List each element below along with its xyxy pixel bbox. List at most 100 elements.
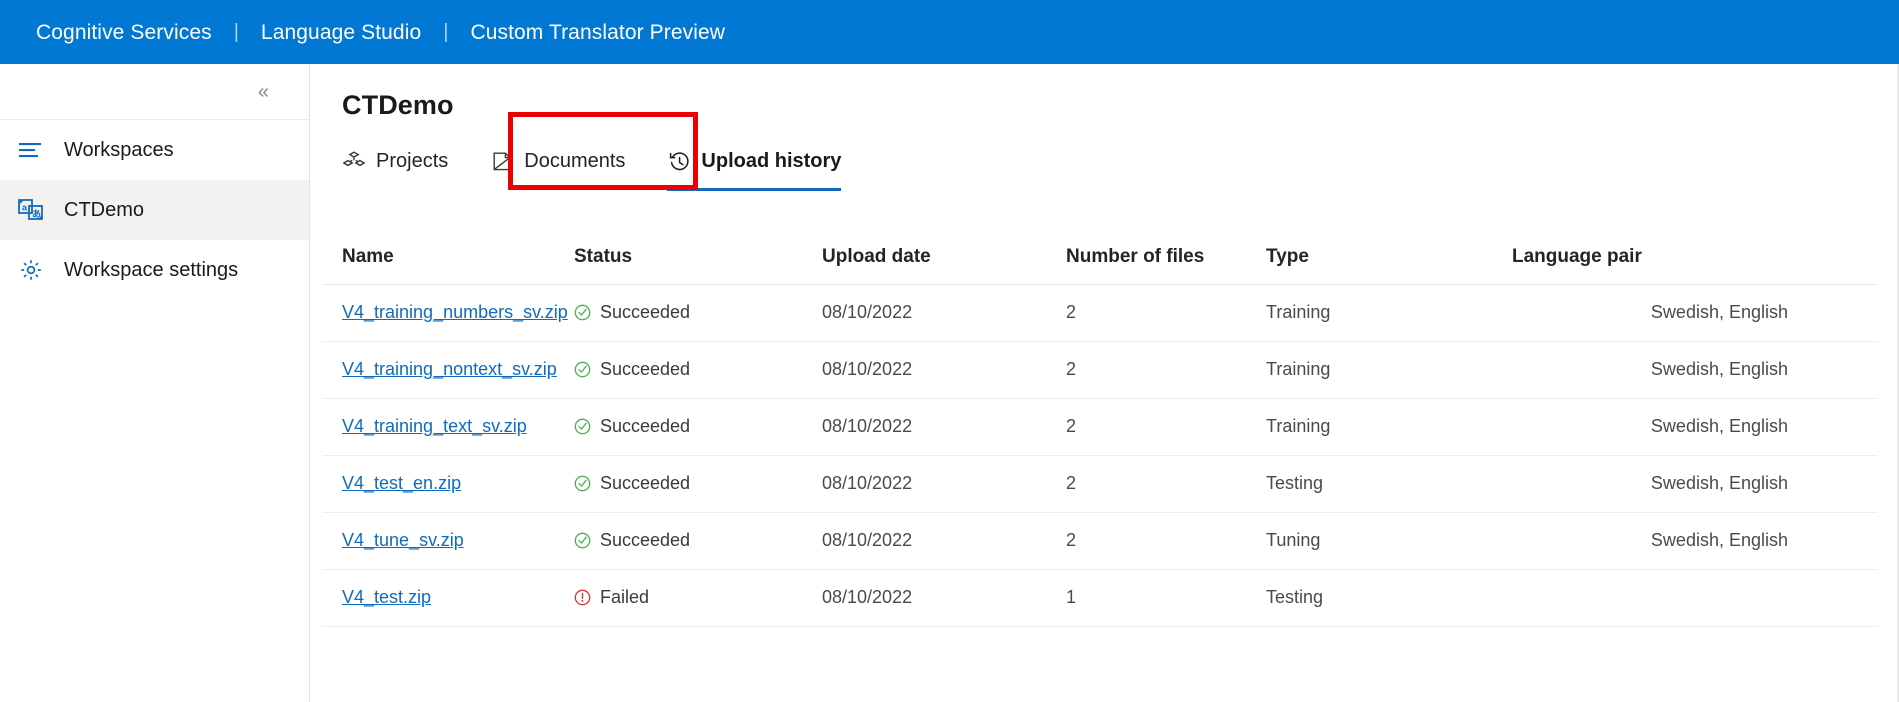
sidebar-item-label-workspaces: Workspaces (64, 138, 174, 161)
cell-language-pair: Swedish, English (1512, 341, 1878, 399)
cell-number-of-files: 1 (1066, 569, 1266, 627)
top-navigation-bar: Cognitive Services | Language Studio | C… (0, 0, 1899, 64)
cell-type: Training (1266, 398, 1512, 456)
file-link[interactable]: V4_test.zip (342, 587, 431, 607)
table-row: V4_test_en.zip Succeeded 08/10/2022 2 Te… (322, 455, 1878, 513)
translate-language-icon: a あ (16, 197, 46, 223)
cell-type: Training (1266, 341, 1512, 399)
cell-language-pair (1512, 569, 1878, 627)
table-row: V4_test.zip Failed 08/10/2022 1 Testing (322, 569, 1878, 627)
status-text: Succeeded (600, 416, 691, 436)
active-tab-underline (667, 188, 842, 191)
svg-text:a: a (22, 203, 28, 213)
table-body: V4_training_numbers_sv.zip Succeeded 08/… (322, 284, 1878, 627)
cell-name: V4_test.zip (322, 569, 574, 627)
chevron-double-left-icon[interactable]: « (258, 82, 269, 102)
table-row: V4_training_nontext_sv.zip Succeeded 08/… (322, 341, 1878, 399)
cell-upload-date: 08/10/2022 (822, 512, 1066, 570)
cell-status: Succeeded (574, 455, 822, 513)
cell-upload-date: 08/10/2022 (822, 398, 1066, 456)
sidebar: « Workspaces a あ CTDemo Workspace settin… (0, 64, 310, 702)
cell-status: Failed (574, 569, 822, 627)
sidebar-item-workspaces[interactable]: Workspaces (0, 120, 309, 180)
tab-upload-history[interactable]: Upload history (667, 142, 842, 191)
sidebar-collapse-row: « (0, 64, 309, 120)
sidebar-item-ctdemo[interactable]: a あ CTDemo (0, 180, 309, 240)
table-header: Name Status Upload date Number of files … (322, 232, 1878, 285)
tab-label-projects: Projects (376, 149, 449, 172)
status-text: Succeeded (600, 359, 691, 379)
sidebar-item-workspace-settings[interactable]: Workspace settings (0, 240, 309, 300)
cell-name: V4_training_numbers_sv.zip (322, 284, 574, 342)
file-link[interactable]: V4_training_nontext_sv.zip (342, 359, 557, 379)
file-link[interactable]: V4_training_text_sv.zip (342, 416, 527, 436)
column-header-upload-date[interactable]: Upload date (822, 232, 1066, 285)
uploads-table-container: Name Status Upload date Number of files … (311, 232, 1899, 627)
breadcrumb-language-studio[interactable]: Language Studio (261, 22, 421, 43)
cell-number-of-files: 2 (1066, 512, 1266, 570)
check-circle-icon (574, 475, 591, 492)
cell-type: Testing (1266, 455, 1512, 513)
error-circle-icon (574, 589, 591, 606)
cell-upload-date: 08/10/2022 (822, 341, 1066, 399)
cell-number-of-files: 2 (1066, 455, 1266, 513)
cell-number-of-files: 2 (1066, 398, 1266, 456)
file-link[interactable]: V4_test_en.zip (342, 473, 461, 493)
cell-number-of-files: 2 (1066, 341, 1266, 399)
check-circle-icon (574, 532, 591, 549)
tab-bar: Projects Documents Upload history (342, 142, 1899, 191)
column-header-number-of-files[interactable]: Number of files (1066, 232, 1266, 285)
cell-upload-date: 08/10/2022 (822, 284, 1066, 342)
check-circle-icon (574, 304, 591, 321)
breadcrumb-cognitive-services[interactable]: Cognitive Services (36, 22, 212, 43)
column-header-name[interactable]: Name (322, 232, 574, 285)
page-title: CTDemo (342, 90, 454, 120)
table-header-row: Name Status Upload date Number of files … (322, 232, 1878, 285)
table-row: V4_tune_sv.zip Succeeded 08/10/2022 2 Tu… (322, 512, 1878, 570)
column-header-language-pair[interactable]: Language pair (1512, 232, 1878, 285)
status-text: Succeeded (600, 302, 691, 322)
cell-upload-date: 08/10/2022 (822, 455, 1066, 513)
check-circle-icon (574, 418, 591, 435)
cell-language-pair: Swedish, English (1512, 398, 1878, 456)
status-text: Failed (600, 587, 650, 607)
check-circle-icon (574, 361, 591, 378)
table-row: V4_training_text_sv.zip Succeeded 08/10/… (322, 398, 1878, 456)
cell-name: V4_tune_sv.zip (322, 512, 574, 570)
cell-status: Succeeded (574, 512, 822, 570)
cell-status: Succeeded (574, 398, 822, 456)
cell-language-pair: Swedish, English (1512, 512, 1878, 570)
tab-documents[interactable]: Documents (490, 142, 625, 180)
projects-cubes-icon (342, 150, 366, 172)
file-link[interactable]: V4_training_numbers_sv.zip (342, 302, 568, 322)
cell-type: Testing (1266, 569, 1512, 627)
uploads-table: Name Status Upload date Number of files … (322, 232, 1878, 627)
status-text: Succeeded (600, 530, 691, 550)
history-clock-icon (667, 150, 691, 172)
cell-language-pair: Swedish, English (1512, 284, 1878, 342)
column-header-status[interactable]: Status (574, 232, 822, 285)
cell-status: Succeeded (574, 341, 822, 399)
cell-language-pair: Swedish, English (1512, 455, 1878, 513)
document-icon (490, 150, 514, 172)
cell-type: Tuning (1266, 512, 1512, 570)
main-content: CTDemo Projects Documents Upload history… (311, 64, 1899, 702)
column-header-type[interactable]: Type (1266, 232, 1512, 285)
cell-number-of-files: 2 (1066, 284, 1266, 342)
gear-icon (16, 257, 46, 283)
cell-upload-date: 08/10/2022 (822, 569, 1066, 627)
breadcrumb-separator-2: | (443, 21, 449, 43)
app-root: Cognitive Services | Language Studio | C… (0, 0, 1899, 702)
file-link[interactable]: V4_tune_sv.zip (342, 530, 464, 550)
breadcrumb-custom-translator-preview[interactable]: Custom Translator Preview (470, 22, 725, 43)
sidebar-item-label-ctdemo: CTDemo (64, 198, 145, 221)
tab-projects[interactable]: Projects (342, 142, 448, 180)
cell-name: V4_training_text_sv.zip (322, 398, 574, 456)
status-text: Succeeded (600, 473, 691, 493)
cell-name: V4_test_en.zip (322, 455, 574, 513)
cell-status: Succeeded (574, 284, 822, 342)
breadcrumb-separator-1: | (233, 21, 239, 43)
table-row: V4_training_numbers_sv.zip Succeeded 08/… (322, 284, 1878, 342)
cell-type: Training (1266, 284, 1512, 342)
cell-name: V4_training_nontext_sv.zip (322, 341, 574, 399)
